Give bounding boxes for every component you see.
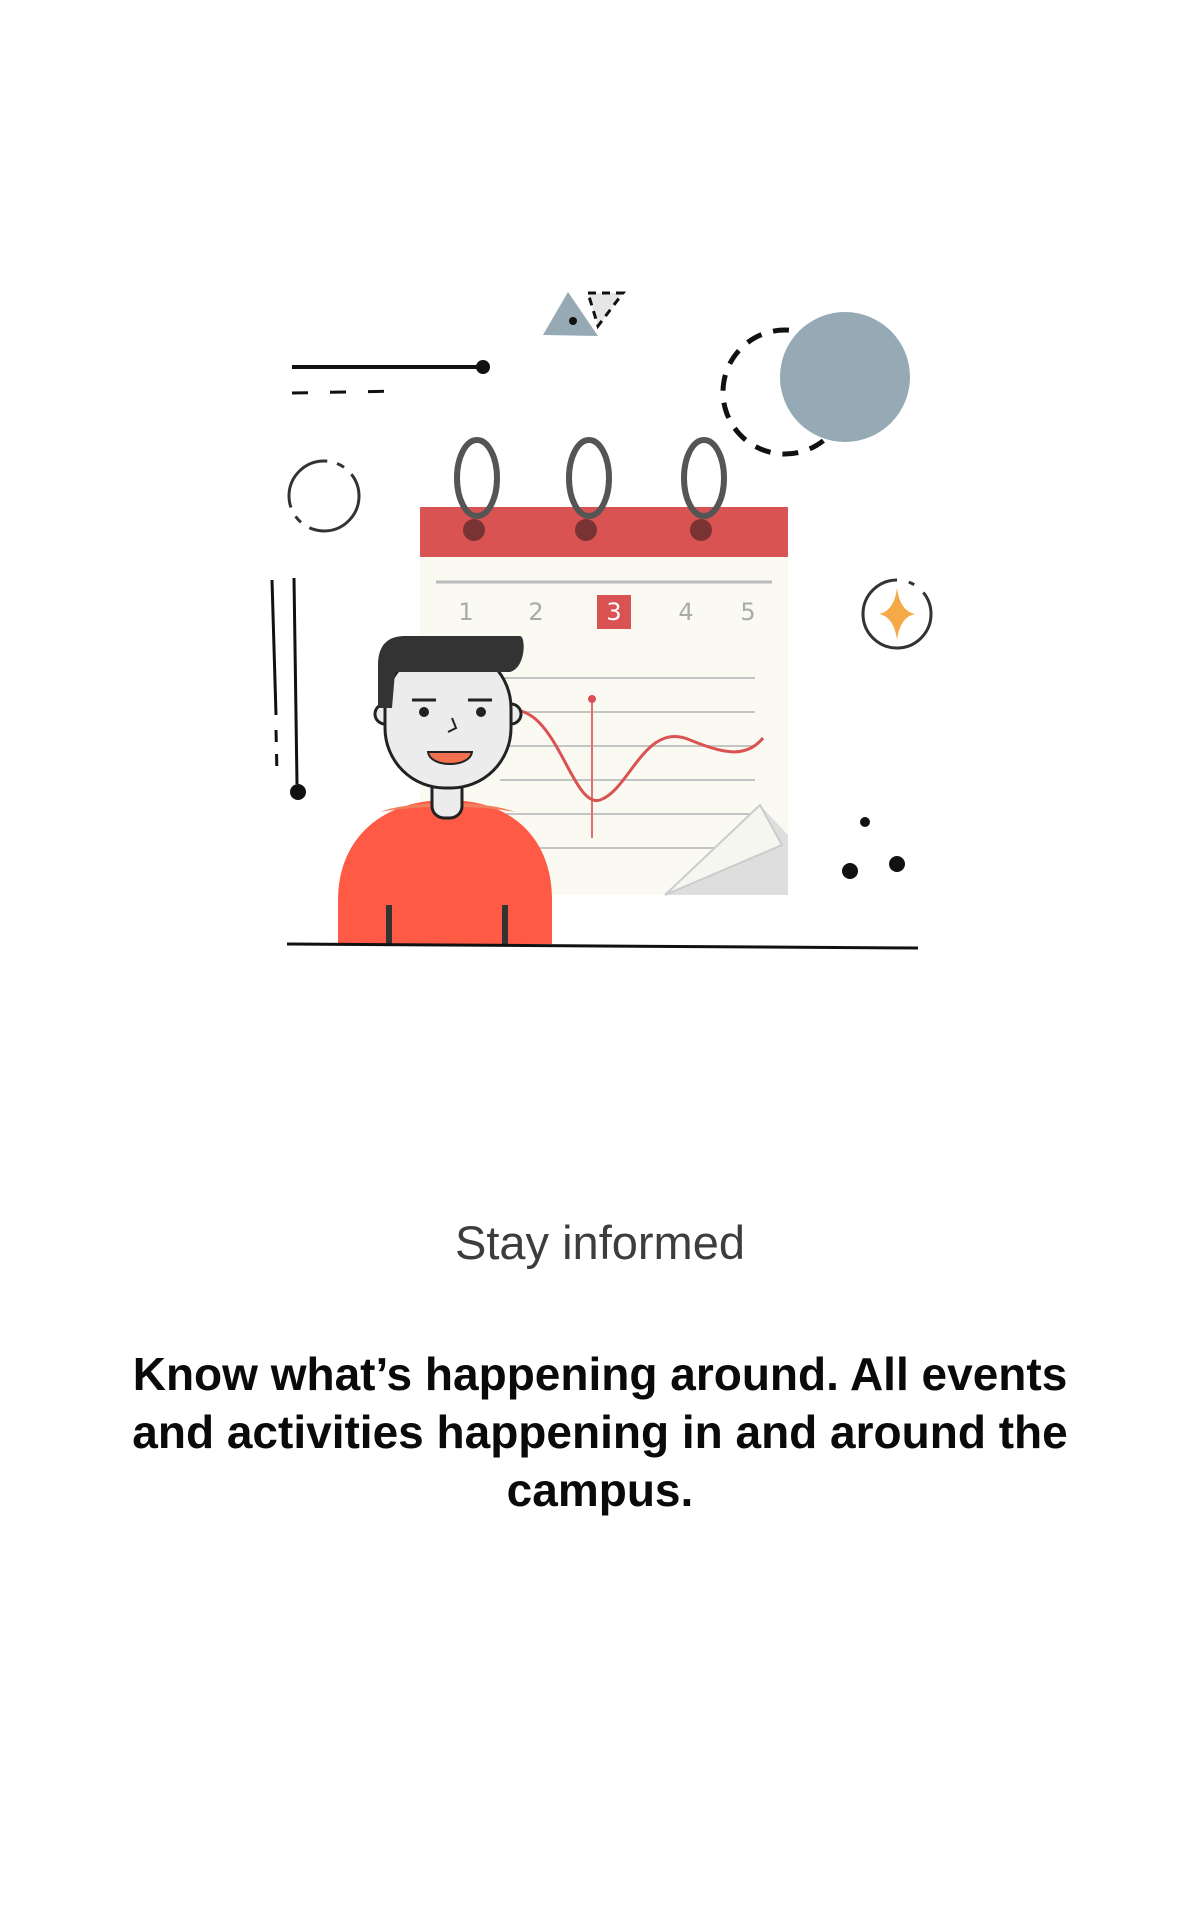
dots-icon xyxy=(842,817,905,879)
calendar-day-label: 4 xyxy=(678,598,693,626)
calendar-day-label: 1 xyxy=(458,598,473,626)
calendar-day-label: 2 xyxy=(528,598,543,626)
calendar-day-label: 5 xyxy=(740,598,755,626)
triangle-icon xyxy=(543,291,627,336)
page-title: Stay informed xyxy=(455,1216,745,1269)
dashed-circle-icon xyxy=(287,459,361,533)
decorative-lines-icon xyxy=(291,360,490,395)
grey-circle-icon xyxy=(780,312,910,442)
sparkle-icon xyxy=(861,578,933,650)
page-description: Know what’s happening around. All events… xyxy=(132,1348,1068,1516)
calendar-day-highlighted: 3 xyxy=(606,598,621,626)
ground-line xyxy=(286,942,919,950)
calendar-person-illustration: 1 2 3 4 5 xyxy=(270,291,933,950)
vertical-lines-icon xyxy=(270,577,306,800)
